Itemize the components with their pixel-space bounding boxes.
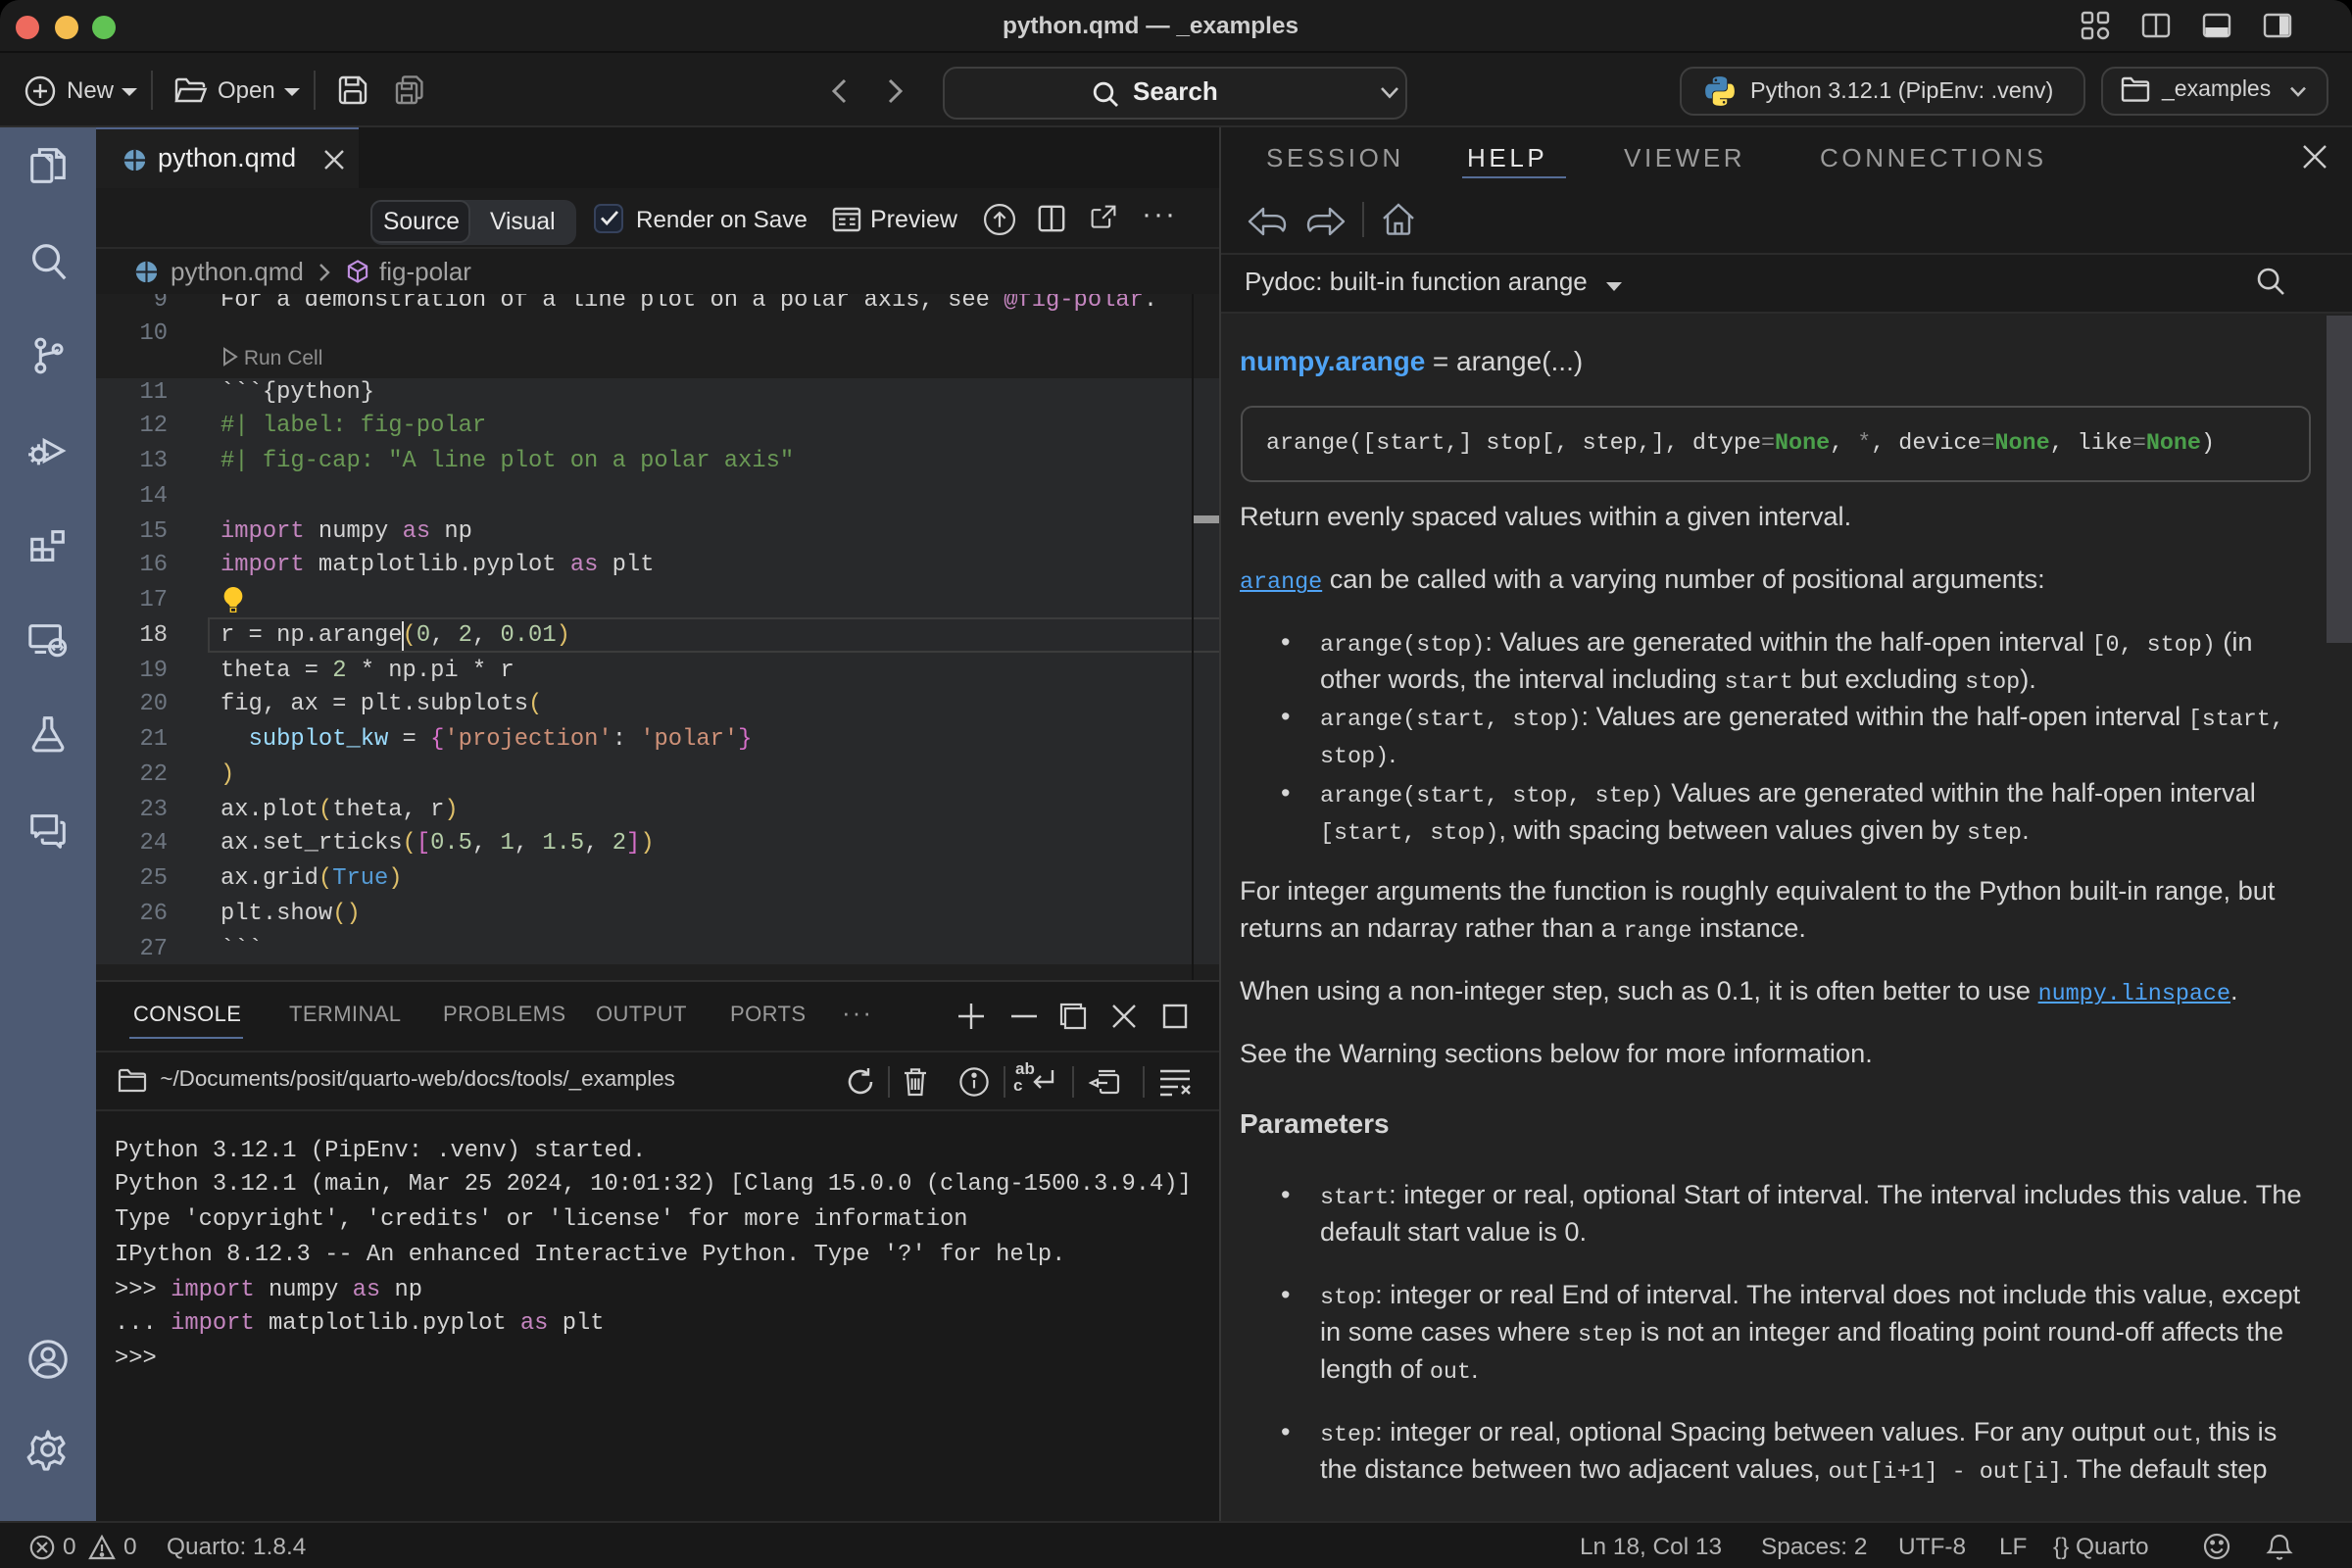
svg-text:c: c [1012, 1076, 1021, 1094]
